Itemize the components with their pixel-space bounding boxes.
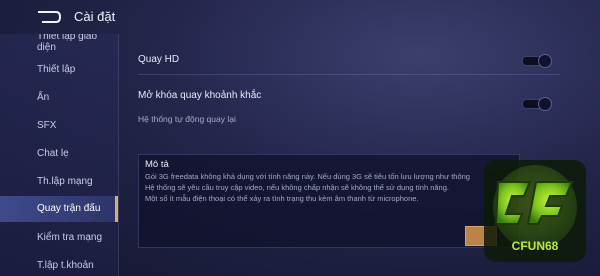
sidebar-item-label: T.lập t.khoản — [37, 260, 94, 271]
watermark-logo: CFUN68 — [484, 160, 586, 262]
description-line: Hệ thống sẽ yêu cầu truy cập video, nếu … — [145, 183, 449, 192]
sidebar-item-ui-settings-cont[interactable]: diện — [0, 42, 118, 53]
sidebar-item-label: Chat lẹ — [37, 148, 69, 159]
hd-recording-label: Quay HD — [138, 54, 180, 65]
description-title: Mô tả — [145, 159, 169, 170]
moment-recording-toggle[interactable] — [522, 97, 552, 111]
sidebar-item-label: Thiết lập — [37, 64, 76, 75]
sidebar-item-quick-chat[interactable]: Chat lẹ — [0, 148, 118, 159]
top-bar: Cài đặt — [0, 0, 600, 34]
sidebar-item-settings[interactable]: Thiết lập — [0, 64, 118, 75]
auto-record-hint: Hệ thống tự động quay lại — [138, 114, 236, 124]
description-line: Một số ít mẫu điện thoại có thể xảy ra t… — [145, 194, 419, 203]
sidebar-item-label: Thiết lập giao — [37, 34, 98, 42]
sidebar-item-account-settings[interactable]: T.lập t.khoản — [0, 260, 118, 271]
sidebar-item-match-recording[interactable]: Quay trận đấu — [0, 196, 118, 222]
sidebar-item-network-settings[interactable]: Th.lập mạng — [0, 176, 118, 187]
sidebar-item-label: SFX — [37, 120, 57, 131]
sidebar-item-network-check[interactable]: Kiểm tra mạng — [0, 232, 118, 243]
sidebar-item-sfx[interactable]: SFX — [0, 120, 118, 131]
sidebar-item-hide[interactable]: Ẩn — [0, 92, 118, 103]
hd-recording-toggle[interactable] — [522, 54, 552, 68]
page-title: Cài đặt — [74, 9, 116, 24]
watermark-text: CFUN68 — [512, 239, 559, 253]
settings-sidebar: Thiết lập giao diện Thiết lập Ẩn SFX Cha… — [0, 34, 119, 276]
sidebar-item-label: Ẩn — [37, 92, 50, 103]
description-line: Gói 3G freedata không khả dụng với tính … — [145, 172, 470, 181]
back-icon[interactable] — [36, 9, 62, 25]
sidebar-item-label: diện — [37, 42, 56, 53]
sidebar-item-label: Th.lập mạng — [37, 176, 93, 187]
divider — [138, 74, 560, 75]
sidebar-item-label: Kiểm tra mạng — [37, 232, 103, 243]
description-box: Mô tả Gói 3G freedata không khả dụng với… — [138, 154, 520, 248]
sidebar-item-ui-settings[interactable]: Thiết lập giao — [0, 34, 118, 42]
moment-recording-label: Mở khóa quay khoảnh khắc — [138, 90, 262, 101]
sidebar-item-label: Quay trận đấu — [37, 203, 101, 214]
toggle-knob — [538, 97, 552, 111]
toggle-knob — [538, 54, 552, 68]
